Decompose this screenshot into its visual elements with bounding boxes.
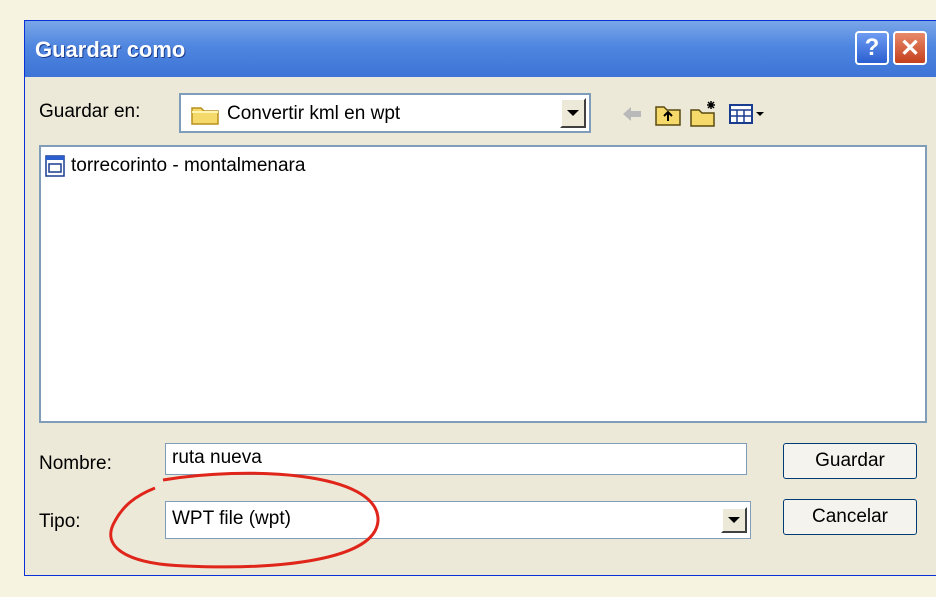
save-as-dialog: Guardar como ? ✕ Guardar en: Convertir k…	[24, 20, 936, 576]
view-menu-icon[interactable]	[727, 99, 767, 129]
help-button[interactable]: ?	[855, 31, 889, 65]
file-type-value: WPT file (wpt)	[172, 508, 291, 529]
location-dropdown-arrow[interactable]	[560, 98, 586, 128]
close-button[interactable]: ✕	[893, 31, 927, 65]
location-dropdown[interactable]: Convertir kml en wpt	[179, 93, 591, 133]
dialog-title: Guardar como	[35, 37, 186, 62]
list-item[interactable]: torrecorinto - montalmenara	[45, 155, 305, 177]
back-arrow-icon[interactable]	[617, 99, 647, 129]
file-name: torrecorinto - montalmenara	[71, 155, 306, 176]
folder-icon	[191, 107, 219, 125]
location-label: Guardar en:	[39, 101, 141, 122]
document-icon	[45, 155, 65, 177]
type-label: Tipo:	[39, 511, 81, 532]
file-list[interactable]: torrecorinto - montalmenara	[39, 145, 927, 423]
file-type-dropdown[interactable]: WPT file (wpt)	[165, 501, 751, 539]
new-folder-icon[interactable]	[689, 99, 719, 129]
cancel-button[interactable]: Cancelar	[783, 499, 917, 535]
save-button[interactable]: Guardar	[783, 443, 917, 479]
up-folder-icon[interactable]	[653, 99, 683, 129]
location-value: Convertir kml en wpt	[227, 103, 401, 124]
file-type-dropdown-arrow[interactable]	[721, 507, 747, 533]
title-bar[interactable]: Guardar como ? ✕	[25, 21, 936, 77]
file-name-input[interactable]: ruta nueva	[165, 443, 747, 475]
name-label: Nombre:	[39, 453, 112, 474]
